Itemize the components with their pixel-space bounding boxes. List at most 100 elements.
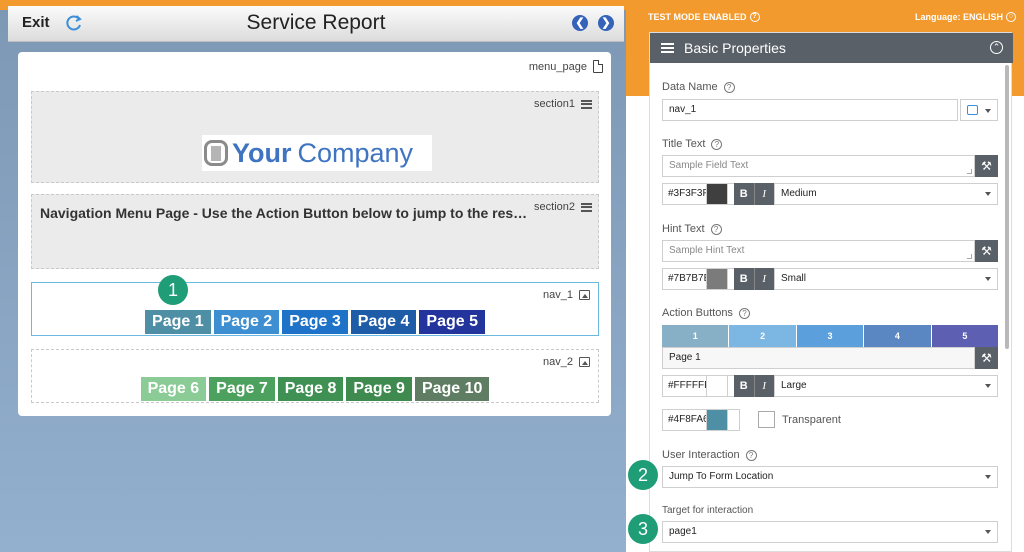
page-button-page-6[interactable]: Page 6 [140, 377, 207, 401]
chevron-down-icon [985, 475, 991, 479]
action-buttons-label-text: Action Buttons [662, 307, 733, 319]
hint-size-select[interactable]: Small [774, 268, 998, 290]
section2[interactable]: section2 Navigation Menu Page - Use the … [31, 194, 599, 269]
page-button-page-10[interactable]: Page 10 [414, 377, 490, 401]
user-interaction-select[interactable]: Jump To Form Location [662, 466, 998, 488]
italic-toggle[interactable]: I [755, 268, 775, 290]
nav2-label: nav_2 [543, 356, 590, 368]
title-size-select[interactable]: Medium [774, 183, 998, 205]
language-selector[interactable]: Language: ENGLISH ○ [915, 12, 1016, 22]
italic-toggle[interactable]: I [755, 375, 775, 397]
title-bold-italic-toggle[interactable]: B I [734, 183, 774, 205]
page-button-page-3[interactable]: Page 3 [282, 310, 348, 334]
button-size-value: Large [781, 380, 807, 391]
page-button-page-9[interactable]: Page 9 [346, 377, 412, 401]
section2-label-text: section2 [534, 201, 575, 213]
bold-toggle[interactable]: B [734, 183, 755, 205]
test-mode-indicator: TEST MODE ENABLED ? [648, 12, 760, 22]
back-arrow-icon[interactable]: ❮ [572, 15, 588, 31]
hint-color-input[interactable]: #7B7B7B [662, 268, 740, 290]
title-size-value: Medium [781, 188, 817, 199]
drag-handle-icon[interactable] [581, 99, 592, 109]
language-text: Language: ENGLISH [914, 12, 1003, 22]
hint-bold-italic-toggle[interactable]: B I [734, 268, 774, 290]
basic-properties-header[interactable]: Basic Properties ⌃ [650, 33, 1013, 63]
user-interaction-label-text: User Interaction [662, 449, 740, 461]
resize-handle-icon[interactable] [967, 254, 972, 259]
callout-badge-3: 3 [628, 514, 658, 544]
page-button-page-8[interactable]: Page 8 [277, 377, 344, 401]
page-button-page-2[interactable]: Page 2 [213, 310, 280, 334]
target-select[interactable]: page1 [662, 521, 998, 543]
title-text-label-text: Title Text [662, 138, 706, 150]
help-icon[interactable]: ? [745, 449, 757, 461]
help-icon[interactable]: ? [710, 223, 722, 235]
list-icon [661, 43, 674, 53]
action-tab-1[interactable]: 1 [662, 325, 729, 347]
title-color-input[interactable]: #3F3F3F [662, 183, 740, 205]
title-color-swatch[interactable] [706, 183, 728, 205]
page-label-text: menu_page [528, 60, 587, 73]
data-name-label: Data Name ? [662, 81, 735, 93]
button-bg-color-swatch[interactable] [706, 409, 728, 431]
data-name-label-text: Data Name [662, 81, 718, 93]
target-label: Target for interaction [662, 505, 753, 516]
help-icon[interactable]: ? [738, 307, 750, 319]
help-icon[interactable]: ? [711, 138, 723, 150]
data-name-input[interactable]: nav_1 [662, 99, 958, 121]
page-button-page-4[interactable]: Page 4 [350, 310, 417, 334]
hint-text-label: Hint Text ? [662, 223, 722, 235]
bold-toggle[interactable]: B [734, 268, 755, 290]
action-tab-3[interactable]: 3 [796, 325, 864, 347]
hint-text-label-text: Hint Text [662, 223, 705, 235]
nav1-block[interactable]: nav_1 Page 1 Page 2 Page 3 Page 4 Page 5 [31, 282, 599, 336]
action-tab-4[interactable]: 4 [864, 325, 931, 347]
page-button-page-1[interactable]: Page 1 [145, 310, 211, 334]
italic-toggle[interactable]: I [755, 183, 775, 205]
button-text-color-input[interactable]: #FFFFFF [662, 375, 740, 397]
logo-mark-icon [204, 140, 228, 166]
page-button-page-5[interactable]: Page 5 [419, 310, 485, 334]
nav2-block[interactable]: nav_2 Page 6 Page 7 Page 8 Page 9 Page 10 [31, 349, 599, 403]
wrench-icon[interactable]: ⚒ [975, 155, 998, 177]
hint-color-swatch[interactable] [706, 268, 728, 290]
nav2-label-text: nav_2 [543, 356, 573, 368]
hint-text-input[interactable]: Sample Hint Text [662, 240, 975, 262]
wrench-icon[interactable]: ⚒ [975, 347, 998, 369]
basic-properties-title: Basic Properties [684, 40, 786, 56]
nav1-label-text: nav_1 [543, 289, 573, 301]
title-text-label: Title Text ? [662, 138, 723, 150]
section2-label: section2 [534, 201, 592, 213]
image-icon [579, 290, 590, 300]
page-button-page-7[interactable]: Page 7 [209, 377, 275, 401]
action-tab-5[interactable]: 5 [931, 325, 999, 347]
title-text-input[interactable]: Sample Field Text [662, 155, 975, 177]
transparent-checkbox[interactable] [758, 411, 775, 428]
resize-handle-icon[interactable] [967, 169, 972, 174]
button-bold-italic-toggle[interactable]: B I [734, 375, 774, 397]
target-value: page1 [669, 526, 697, 537]
document-icon [593, 60, 603, 73]
help-icon[interactable]: ? [723, 81, 735, 93]
chevron-down-icon [985, 530, 991, 534]
collapse-icon[interactable]: ⌃ [990, 41, 1003, 54]
help-icon[interactable]: ? [749, 12, 760, 22]
button-text-color-swatch[interactable] [706, 375, 728, 397]
button-bg-color-input[interactable]: #4F8FA6 [662, 409, 740, 431]
panel-scrollbar[interactable] [1005, 65, 1009, 349]
chevron-down-icon [985, 192, 991, 196]
section2-text: Navigation Menu Page - Use the Action Bu… [40, 205, 532, 221]
wrench-icon[interactable]: ⚒ [975, 240, 998, 262]
action-tab-2[interactable]: 2 [729, 325, 796, 347]
bold-toggle[interactable]: B [734, 375, 755, 397]
data-source-dropdown[interactable] [960, 99, 998, 121]
test-mode-text: TEST MODE ENABLED [648, 12, 747, 22]
page-label: menu_page [529, 60, 603, 73]
page-card: menu_page section1 Your Company section2… [18, 52, 611, 416]
button-text-input[interactable]: Page 1 [662, 347, 975, 369]
section1[interactable]: section1 Your Company [31, 91, 599, 183]
forward-arrow-icon[interactable]: ❯ [598, 15, 614, 31]
nav1-button-row: Page 1 Page 2 Page 3 Page 4 Page 5 [32, 310, 598, 334]
drag-handle-icon[interactable] [581, 202, 592, 212]
button-size-select[interactable]: Large [774, 375, 998, 397]
